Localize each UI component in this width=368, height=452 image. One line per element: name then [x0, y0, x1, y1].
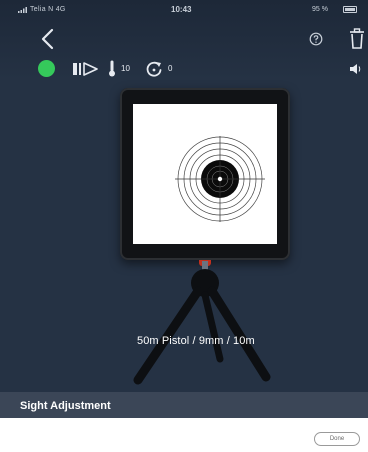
section-title: Sight Adjustment	[20, 400, 111, 412]
target-paper	[133, 104, 277, 244]
device-toolbar: 10 0	[0, 58, 368, 80]
chevron-left-icon[interactable]	[38, 26, 58, 52]
reset-count: 0	[168, 64, 173, 73]
trash-icon[interactable]	[348, 28, 366, 50]
signal-icon	[18, 7, 27, 13]
battery-icon	[343, 6, 357, 13]
shot-trigger-icon[interactable]	[73, 62, 100, 76]
speaker-icon[interactable]	[349, 62, 361, 76]
connection-status-indicator	[38, 60, 55, 77]
target-frame	[120, 88, 290, 260]
app-screen: Telia N 4G 10:43 95 % 10 0 50m Pistol / …	[0, 0, 368, 392]
clock: 10:43	[171, 5, 192, 14]
bullseye-target	[175, 136, 265, 222]
battery-percent: 95 %	[312, 6, 328, 13]
done-button[interactable]: Done	[314, 432, 360, 446]
status-bar: Telia N 4G 10:43 95 %	[0, 0, 368, 20]
tripod-stand	[133, 261, 271, 385]
temperature-value: 10	[121, 64, 130, 73]
carrier-label: Telia N 4G	[30, 6, 66, 13]
reset-counter-icon[interactable]	[145, 60, 163, 78]
nav-bar	[0, 22, 368, 56]
target-display[interactable]	[120, 88, 290, 266]
thermometer-icon	[109, 60, 115, 77]
target-profile-label: 50m Pistol / 9mm / 10m	[137, 335, 255, 347]
help-circle-icon[interactable]	[309, 32, 323, 46]
